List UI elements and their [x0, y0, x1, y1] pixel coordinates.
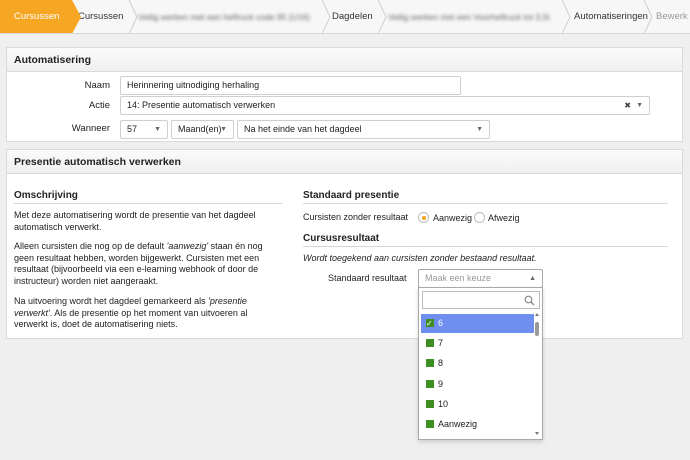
- chevron-down-icon: ▼: [636, 102, 643, 109]
- when-unit-select[interactable]: Maand(en) ▼: [171, 120, 234, 139]
- dropdown-option-aanwezig[interactable]: Aanwezig: [421, 415, 534, 434]
- action-value: 14: Presentie automatisch verwerken: [127, 100, 276, 110]
- chevron-up-icon: ▲: [529, 275, 536, 282]
- dropdown-search-input[interactable]: [422, 291, 540, 309]
- breadcrumb-item-bewerk: Bewerk: [656, 0, 690, 33]
- green-square-icon: [426, 400, 434, 408]
- description-paragraph-1: Met deze automatisering wordt de present…: [14, 210, 256, 232]
- breadcrumb-item-cursussen-root[interactable]: Cursussen: [0, 0, 81, 33]
- breadcrumb-label: Veilig werken met een Voorheftruck tot 3…: [388, 12, 550, 22]
- description-paragraph-2: Alleen cursisten die nog op de default '…: [14, 241, 263, 286]
- breadcrumb-item-dagdeel[interactable]: Veilig werken met een Voorheftruck tot 3…: [388, 0, 556, 33]
- result-dropdown: 6 7 8 9 10 Aanwezig: [418, 287, 543, 440]
- name-label: Naam: [84, 80, 110, 91]
- breadcrumb-item-automatiseringen[interactable]: Automatiseringen: [574, 0, 648, 33]
- divider: [14, 203, 282, 204]
- green-square-icon: [426, 359, 434, 367]
- radio-aanwezig[interactable]: [418, 212, 429, 223]
- when-number-value: 57: [127, 124, 138, 134]
- course-result-note: Wordt toegekend aan cursisten zonder bes…: [303, 253, 537, 263]
- chevron-down-icon: ▼: [476, 126, 483, 133]
- breadcrumb-label: Veilig werken met een heftruck code 95 (…: [138, 12, 310, 22]
- breadcrumb-item-dagdelen[interactable]: Dagdelen: [332, 0, 382, 33]
- when-label: Wanneer: [71, 123, 110, 134]
- radio-afwezig-label[interactable]: Afwezig: [488, 213, 520, 225]
- default-result-placeholder: Maak een keuze: [425, 273, 492, 283]
- default-result-select[interactable]: Maak een keuze ▲: [418, 269, 543, 288]
- radio-afwezig[interactable]: [474, 212, 485, 223]
- no-result-label: Cursisten zonder resultaat: [303, 212, 409, 222]
- green-square-icon: [426, 380, 434, 388]
- when-unit-value: Maand(en): [178, 124, 222, 134]
- default-presence-title: Standaard presentie: [303, 190, 400, 201]
- breadcrumb-item-course[interactable]: Veilig werken met een heftruck code 95 (…: [138, 0, 326, 33]
- green-square-icon: [426, 339, 434, 347]
- scrollbar-thumb[interactable]: [535, 322, 539, 336]
- breadcrumb-separator: [560, 0, 572, 33]
- presence-panel-title: Presentie automatisch verwerken: [7, 150, 682, 174]
- chevron-down-icon: ▼: [154, 126, 161, 133]
- breadcrumb-label: Dagdelen: [332, 11, 373, 22]
- action-label: Actie: [88, 100, 110, 111]
- when-moment-select[interactable]: Na het einde van het dagdeel ▼: [237, 120, 490, 139]
- search-icon: [524, 295, 535, 306]
- breadcrumb-separator: [320, 0, 332, 33]
- check-icon: [426, 314, 434, 333]
- breadcrumb-separator: [642, 0, 654, 33]
- dropdown-option-8[interactable]: 8: [421, 354, 534, 373]
- automation-panel-title: Automatisering: [7, 48, 682, 72]
- dropdown-option-6[interactable]: 6: [421, 314, 534, 333]
- dropdown-option-7[interactable]: 7: [421, 334, 534, 353]
- divider: [303, 246, 668, 247]
- description-title: Omschrijving: [14, 190, 78, 201]
- when-moment-value: Na het einde van het dagdeel: [244, 124, 362, 134]
- radio-aanwezig-label[interactable]: Aanwezig: [433, 213, 472, 225]
- dropdown-option-9[interactable]: 9: [421, 375, 534, 394]
- breadcrumb: Cursussen Cursussen Veilig werken met ee…: [0, 0, 690, 34]
- description-paragraph-3: Na uitvoering wordt het dagdeel gemarkee…: [14, 296, 248, 329]
- name-value: Herinnering uitnodiging herhaling: [127, 80, 260, 90]
- when-number-select[interactable]: 57 ▼: [120, 120, 168, 139]
- default-result-label: Standaard resultaat: [328, 273, 407, 283]
- divider: [303, 203, 668, 204]
- dropdown-option-10[interactable]: 10: [421, 395, 534, 414]
- breadcrumb-label: Cursussen: [78, 11, 124, 22]
- green-square-icon: [426, 420, 434, 428]
- course-result-title: Cursusresultaat: [303, 233, 380, 244]
- chevron-down-icon: ▼: [220, 126, 227, 133]
- breadcrumb-label: Automatiseringen: [574, 11, 648, 22]
- breadcrumb-label: Cursussen: [14, 11, 60, 22]
- breadcrumb-label: Bewerk: [656, 11, 688, 22]
- clear-icon[interactable]: ✖: [624, 97, 631, 114]
- breadcrumb-separator: [376, 0, 388, 33]
- name-input[interactable]: Herinnering uitnodiging herhaling: [120, 76, 461, 95]
- action-select[interactable]: 14: Presentie automatisch verwerken ✖ ▼: [120, 96, 650, 115]
